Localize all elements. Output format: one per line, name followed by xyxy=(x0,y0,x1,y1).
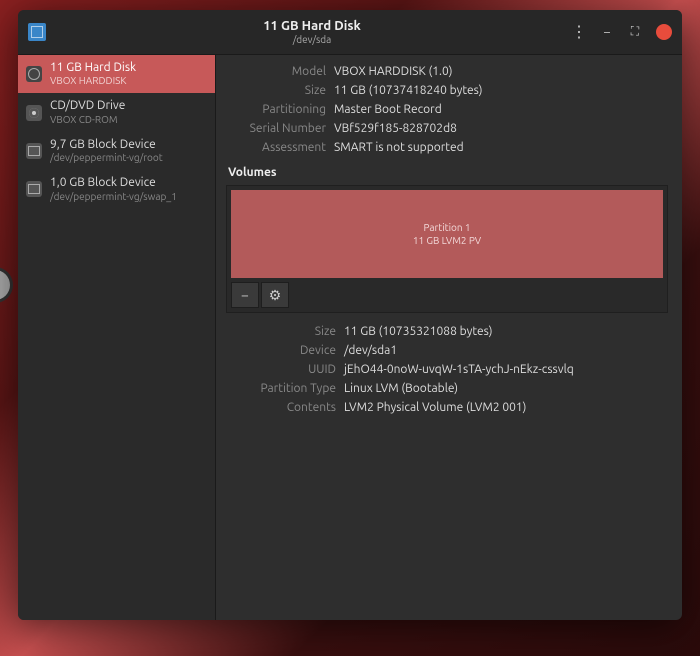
assessment-label: Assessment xyxy=(226,139,326,156)
app-icon xyxy=(28,23,46,41)
cd-icon xyxy=(26,105,42,121)
model-value: VBOX HARDDISK (1.0) xyxy=(334,63,668,80)
part-uuid-label: UUID xyxy=(226,361,336,378)
window-title: 11 GB Hard Disk xyxy=(52,19,572,34)
sidebar-item-subtitle: /dev/peppermint-vg/swap_1 xyxy=(50,191,177,203)
part-device-value: /dev/sda1 xyxy=(344,342,668,359)
part-size-value: 11 GB (10735321088 bytes) xyxy=(344,323,668,340)
maximize-button[interactable]: ⛶ xyxy=(628,25,642,39)
block-device-icon xyxy=(26,181,42,197)
size-label: Size xyxy=(226,82,326,99)
sidebar-item-text: 9,7 GB Block Device /dev/peppermint-vg/r… xyxy=(50,138,163,164)
sidebar-item-subtitle: /dev/peppermint-vg/root xyxy=(50,152,163,164)
delete-partition-button[interactable]: − xyxy=(231,282,259,308)
serial-label: Serial Number xyxy=(226,120,326,137)
partition-properties: Size 11 GB (10735321088 bytes) Device /d… xyxy=(226,323,668,416)
part-uuid-value: jEhO44-0noW-uvqW-1sTA-ychJ-nEkz-cssvlq xyxy=(344,361,668,378)
sidebar-item-cd-drive[interactable]: CD/DVD Drive VBOX CD-ROM xyxy=(18,93,215,131)
part-contents-label: Contents xyxy=(226,399,336,416)
window-subtitle: /dev/sda xyxy=(52,34,572,46)
sidebar-item-hard-disk[interactable]: 11 GB Hard Disk VBOX HARDDISK xyxy=(18,55,215,93)
menu-button[interactable]: ⋮ xyxy=(572,25,586,39)
part-size-label: Size xyxy=(226,323,336,340)
background-ornament xyxy=(0,270,10,300)
model-label: Model xyxy=(226,63,326,80)
title-center: 11 GB Hard Disk /dev/sda xyxy=(52,19,572,45)
volumes-frame: Partition 1 11 GB LVM2 PV − ⚙ xyxy=(226,185,668,313)
device-sidebar: 11 GB Hard Disk VBOX HARDDISK CD/DVD Dri… xyxy=(18,55,216,620)
volume-subtitle: 11 GB LVM2 PV xyxy=(413,234,481,247)
main-panel: Model VBOX HARDDISK (1.0) Size 11 GB (10… xyxy=(216,55,682,620)
part-contents-value: LVM2 Physical Volume (LVM2 001) xyxy=(344,399,668,416)
minus-icon: − xyxy=(241,287,249,303)
minimize-button[interactable]: – xyxy=(600,25,614,39)
body-area: 11 GB Hard Disk VBOX HARDDISK CD/DVD Dri… xyxy=(18,55,682,620)
sidebar-item-block-root[interactable]: 9,7 GB Block Device /dev/peppermint-vg/r… xyxy=(18,132,215,170)
assessment-value: SMART is not supported xyxy=(334,139,668,156)
sidebar-item-text: 11 GB Hard Disk VBOX HARDDISK xyxy=(50,61,136,87)
volume-toolbar: − ⚙ xyxy=(231,282,663,308)
block-device-icon xyxy=(26,143,42,159)
partitioning-value: Master Boot Record xyxy=(334,101,668,118)
sidebar-item-text: CD/DVD Drive VBOX CD-ROM xyxy=(50,99,125,125)
sidebar-item-title: 9,7 GB Block Device xyxy=(50,138,163,152)
sidebar-item-text: 1,0 GB Block Device /dev/peppermint-vg/s… xyxy=(50,176,177,202)
sidebar-item-title: 11 GB Hard Disk xyxy=(50,61,136,75)
titlebar: 11 GB Hard Disk /dev/sda ⋮ – ⛶ xyxy=(18,10,682,55)
sidebar-item-block-swap[interactable]: 1,0 GB Block Device /dev/peppermint-vg/s… xyxy=(18,170,215,208)
sidebar-item-subtitle: VBOX HARDDISK xyxy=(50,75,136,87)
volume-title: Partition 1 xyxy=(423,221,470,234)
sidebar-item-title: CD/DVD Drive xyxy=(50,99,125,113)
disks-window: 11 GB Hard Disk /dev/sda ⋮ – ⛶ 11 GB Har… xyxy=(18,10,682,620)
close-button[interactable] xyxy=(656,24,672,40)
sidebar-item-title: 1,0 GB Block Device xyxy=(50,176,177,190)
volume-partition-1[interactable]: Partition 1 11 GB LVM2 PV xyxy=(231,190,663,278)
partitioning-label: Partitioning xyxy=(226,101,326,118)
part-type-value: Linux LVM (Bootable) xyxy=(344,380,668,397)
size-value: 11 GB (10737418240 bytes) xyxy=(334,82,668,99)
disk-properties: Model VBOX HARDDISK (1.0) Size 11 GB (10… xyxy=(226,63,668,156)
serial-value: VBf529f185-828702d8 xyxy=(334,120,668,137)
partition-options-button[interactable]: ⚙ xyxy=(261,282,289,308)
titlebar-controls: ⋮ – ⛶ xyxy=(572,24,672,40)
gear-icon: ⚙ xyxy=(269,287,282,304)
volumes-section-title: Volumes xyxy=(228,166,668,179)
harddisk-icon xyxy=(26,66,42,82)
part-device-label: Device xyxy=(226,342,336,359)
part-type-label: Partition Type xyxy=(226,380,336,397)
sidebar-item-subtitle: VBOX CD-ROM xyxy=(50,114,125,126)
